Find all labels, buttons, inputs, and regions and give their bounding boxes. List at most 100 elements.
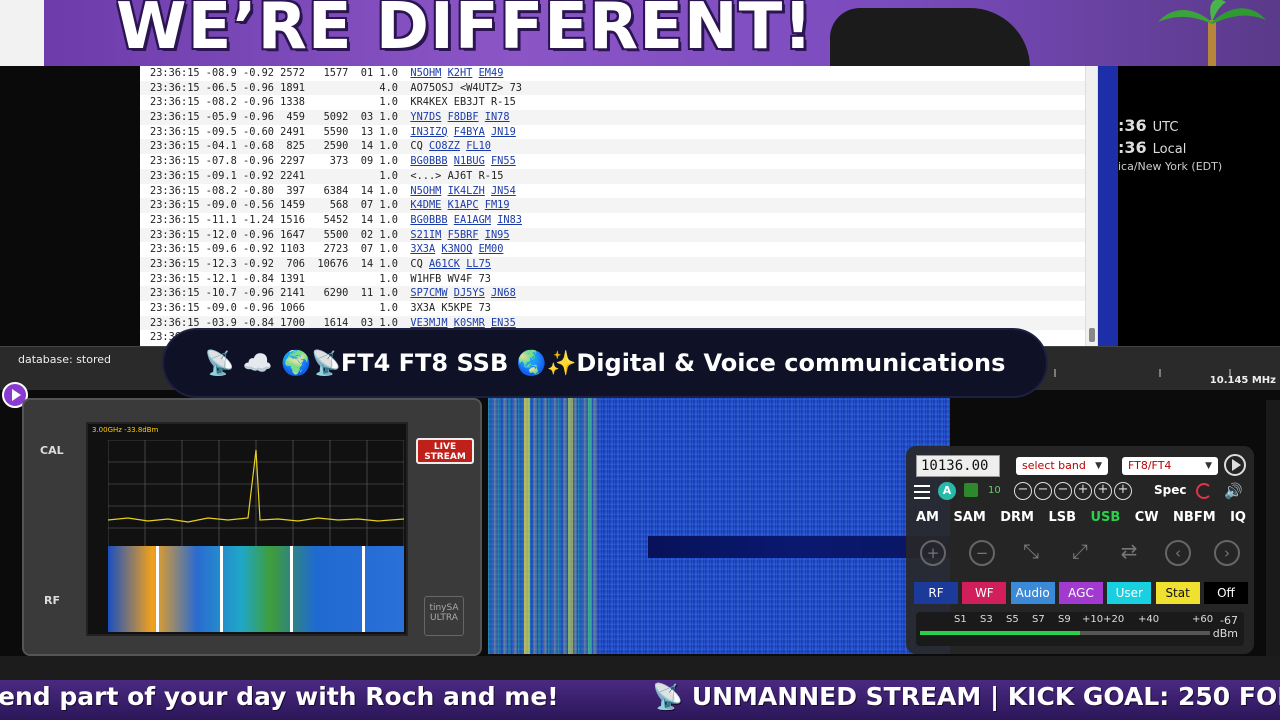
spec-button[interactable]: Spec [1154, 483, 1186, 497]
speaker-icon[interactable]: 🔊 [1224, 483, 1244, 499]
callsign-link[interactable]: K2HT [448, 67, 473, 79]
callsign-link[interactable]: SP7CMW [410, 287, 447, 299]
chevron-down-icon: ▼ [1205, 461, 1212, 471]
minus-icon[interactable]: − [1054, 482, 1072, 500]
callsign-link[interactable]: N5OHM [410, 67, 441, 79]
log-row: 23:36:15 -10.7 -0.96 2141 6290 11 1.0 SP… [140, 286, 1097, 301]
callsign-link[interactable]: N5OHM [410, 185, 441, 197]
off-button[interactable]: Off [1203, 582, 1248, 604]
spectrum-plot [108, 440, 404, 550]
panel-buttons: RF WF Audio AGC User Stat Off [914, 582, 1248, 604]
callsign-link[interactable]: F5BRF [448, 229, 479, 241]
callsign-link[interactable]: K4DME [410, 199, 441, 211]
palm-tree-icon [1158, 0, 1266, 66]
callsign-link[interactable]: YN7DS [410, 111, 441, 123]
swap-icon[interactable]: ⇄ [1116, 540, 1142, 566]
callsign-link[interactable]: IK4LZH [448, 185, 485, 197]
band-select[interactable]: select band ▼ [1016, 457, 1108, 475]
mode-iq-button[interactable]: IQ [1228, 510, 1248, 525]
live-stream-badge: LIVE STREAM [416, 438, 474, 464]
callsign-link[interactable]: N1BUG [454, 155, 485, 167]
mode-drm-button[interactable]: DRM [998, 510, 1036, 525]
callsign-link[interactable]: FM19 [485, 199, 510, 211]
wf-button[interactable]: WF [962, 582, 1007, 604]
callsign-link[interactable]: FN55 [491, 155, 516, 167]
menu-icon[interactable] [914, 485, 930, 499]
audio-button[interactable]: Audio [1010, 582, 1055, 604]
mode-preset-select[interactable]: FT8/FT4 ▼ [1122, 457, 1218, 475]
zoom-in-icon[interactable]: + [920, 540, 946, 566]
callsign-link[interactable]: IN95 [485, 229, 510, 241]
minus-icon[interactable]: − [1034, 482, 1052, 500]
expand-icon[interactable]: ⤢ [1067, 540, 1093, 566]
callsign-link[interactable]: K0SMR [454, 317, 485, 329]
compress-icon[interactable]: ⤡ [1018, 540, 1044, 566]
mode-sam-button[interactable]: SAM [951, 510, 987, 525]
scrollbar[interactable] [1266, 400, 1280, 660]
callsign-link[interactable]: BG0BBB [410, 214, 447, 226]
chevron-down-icon: ▼ [1095, 461, 1102, 471]
callsign-link[interactable]: CO8ZZ [429, 140, 460, 152]
agc-button[interactable]: AGC [1058, 582, 1103, 604]
mode-nbfm-button[interactable]: NBFM [1171, 510, 1218, 525]
mode-am-button[interactable]: AM [914, 510, 941, 525]
mode-cw-button[interactable]: CW [1133, 510, 1161, 525]
chevron-right-icon[interactable]: › [1214, 540, 1240, 566]
callsign-link[interactable]: JN68 [491, 287, 516, 299]
callsign-link[interactable]: JN54 [491, 185, 516, 197]
frequency-input[interactable]: 10136.00 [916, 455, 1000, 477]
callsign-link[interactable]: S21IM [410, 229, 441, 241]
log-token: R-15 [490, 96, 516, 109]
callsign-link[interactable]: DJ5YS [454, 287, 485, 299]
divider-bar [1098, 66, 1118, 346]
log-row: 23:36:15 -08.9 -0.92 2572 1577 01 1.0 N5… [150, 67, 504, 79]
s-meter-dbm: -67 [1220, 614, 1238, 627]
callsign-link[interactable]: FL10 [466, 140, 491, 152]
callsign-link[interactable]: A61CK [429, 258, 460, 270]
plus-icon[interactable]: + [1074, 482, 1092, 500]
mode-usb-button[interactable]: USB [1088, 510, 1122, 525]
callsign-link[interactable]: IN3IZQ [410, 126, 447, 138]
callsign-link[interactable]: IN78 [485, 111, 510, 123]
callsign-link[interactable]: F4BYA [454, 126, 485, 138]
play-button[interactable] [1224, 454, 1246, 476]
log-row: 23:36:15 -06.5 -0.96 1891 4.0 AO75OSJ <W… [140, 80, 1097, 96]
s-meter: S1 S3 S5 S7 S9 +10+20 +40 +60 -67 dBm [916, 612, 1244, 646]
image-icon[interactable] [964, 483, 978, 497]
zoom-out-icon[interactable]: − [969, 540, 995, 566]
receiver-panel: 10136.00 select band ▼ FT8/FT4 ▼ A 10 − … [906, 446, 1254, 654]
callsign-link[interactable]: VE3MJM [410, 317, 447, 329]
callsign-link[interactable]: 3X3A [410, 243, 435, 255]
refresh-icon[interactable] [1196, 483, 1212, 499]
waterfall-display[interactable] [488, 398, 950, 654]
callsign-link[interactable]: K1APC [448, 199, 479, 211]
callsign-link[interactable]: K3NOQ [441, 243, 472, 255]
callsign-link[interactable]: F8DBF [448, 111, 479, 123]
a-badge[interactable]: A [938, 482, 956, 500]
log-token: AO75OSJ [410, 81, 454, 94]
callsign-link[interactable]: LL75 [466, 258, 491, 270]
user-button[interactable]: User [1107, 582, 1152, 604]
callsign-link[interactable]: IN83 [497, 214, 522, 226]
rf-button[interactable]: RF [914, 582, 958, 604]
callsign-link[interactable]: EM49 [479, 67, 504, 79]
decoder-log[interactable]: 23:36:15 -08.9 -0.92 2572 1577 01 1.0 N5… [140, 66, 1098, 346]
callsign-link[interactable]: BG0BBB [410, 155, 447, 167]
minus-icon[interactable]: − [1014, 482, 1032, 500]
log-row: 23:36:15 -09.6 -0.92 1103 2723 07 1.0 3X… [150, 243, 504, 256]
chevron-left-icon[interactable]: ‹ [1165, 540, 1191, 566]
plus-icon[interactable]: + [1094, 482, 1112, 500]
ticker: end part of your day with Roch and me! 📡… [0, 680, 1280, 720]
mode-lsb-button[interactable]: LSB [1046, 510, 1078, 525]
plus-icon[interactable]: + [1114, 482, 1132, 500]
log-row: 23:36:15 -05.9 -0.96 459 5092 03 1.0 YN7… [140, 110, 1097, 125]
callsign-link[interactable]: EA1AGM [454, 214, 491, 226]
callsign-link[interactable]: EN35 [491, 317, 516, 329]
stat-button[interactable]: Stat [1155, 582, 1200, 604]
step-buttons: − − − + + + [1014, 482, 1132, 500]
callsign-link[interactable]: EM00 [479, 243, 504, 255]
log-token: KR4KEX [410, 96, 448, 109]
signal-line [568, 398, 573, 654]
log-scrollbar[interactable] [1085, 66, 1097, 346]
callsign-link[interactable]: JN19 [491, 126, 516, 138]
